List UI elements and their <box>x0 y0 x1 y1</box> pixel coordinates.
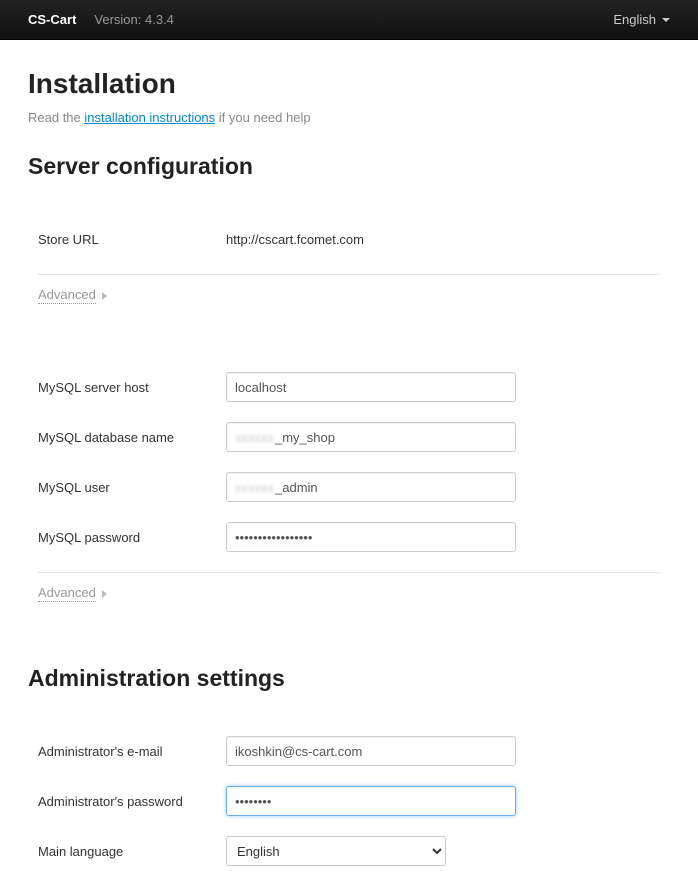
chevron-right-icon <box>102 590 107 598</box>
mysql-user-prefix: xxxxxx <box>235 480 274 495</box>
version-text: Version: 4.3.4 <box>94 12 174 27</box>
admin-pass-input[interactable] <box>226 786 516 816</box>
chevron-right-icon <box>102 292 107 300</box>
advanced-toggle-2[interactable]: Advanced <box>38 585 107 602</box>
advanced-label: Advanced <box>38 585 96 602</box>
section-title-server: Server configuration <box>28 153 670 180</box>
top-bar: CS-Cart Version: 4.3.4 English <box>0 0 698 40</box>
advanced-label: Advanced <box>38 287 96 304</box>
install-instructions-link[interactable]: installation instructions <box>84 110 215 125</box>
admin-email-label: Administrator's e-mail <box>38 744 226 759</box>
main-lang-select[interactable]: English <box>226 836 446 866</box>
divider <box>38 572 660 573</box>
subline-suffix: if you need help <box>215 110 310 125</box>
divider <box>38 274 660 275</box>
admin-pass-label: Administrator's password <box>38 794 226 809</box>
subline-prefix: Read the <box>28 110 84 125</box>
section-title-admin: Administration settings <box>28 665 670 692</box>
advanced-toggle-1[interactable]: Advanced <box>38 287 107 304</box>
page-title: Installation <box>28 68 670 100</box>
store-url-label: Store URL <box>38 232 226 247</box>
brand-name: CS-Cart <box>28 12 76 27</box>
mysql-host-input[interactable] <box>226 372 516 402</box>
subline: Read the installation instructions if yo… <box>28 110 670 125</box>
mysql-user-input[interactable]: xxxxxx_admin <box>226 472 516 502</box>
mysql-host-label: MySQL server host <box>38 380 226 395</box>
mysql-user-value: _admin <box>275 480 318 495</box>
store-url-value: http://cscart.fcomet.com <box>226 232 364 247</box>
mysql-db-input[interactable]: xxxxxx_my_shop <box>226 422 516 452</box>
admin-email-input[interactable] <box>226 736 516 766</box>
mysql-db-prefix: xxxxxx <box>235 430 274 445</box>
mysql-user-label: MySQL user <box>38 480 226 495</box>
mysql-db-label: MySQL database name <box>38 430 226 445</box>
language-label: English <box>613 12 656 27</box>
main-lang-label: Main language <box>38 844 226 859</box>
language-selector[interactable]: English <box>613 12 670 27</box>
mysql-pass-input[interactable] <box>226 522 516 552</box>
mysql-pass-label: MySQL password <box>38 530 226 545</box>
caret-down-icon <box>662 18 670 22</box>
mysql-db-value: _my_shop <box>275 430 335 445</box>
